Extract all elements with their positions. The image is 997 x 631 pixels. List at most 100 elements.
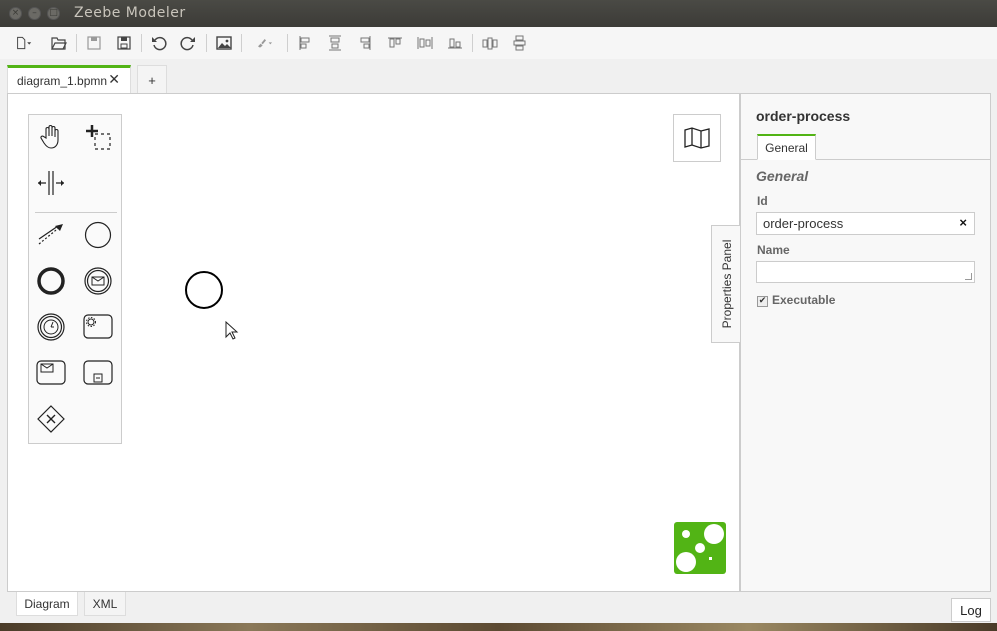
export-image-icon	[216, 36, 232, 50]
distribute-horizontal-button[interactable]	[479, 33, 501, 53]
lasso-tool[interactable]	[82, 121, 114, 153]
color-button[interactable]	[249, 33, 279, 53]
properties-tabs: General	[741, 134, 991, 160]
connect-tool-icon	[38, 224, 63, 245]
create-message-intermediate-event[interactable]	[82, 265, 114, 297]
minimap-toggle-button[interactable]	[673, 114, 721, 162]
align-bottom-button[interactable]	[444, 33, 466, 53]
id-input[interactable]: order-process ×	[756, 212, 975, 235]
space-tool-icon	[38, 171, 64, 195]
log-button[interactable]: Log	[951, 598, 991, 622]
start-event-shape[interactable]	[185, 271, 223, 309]
align-left-icon	[299, 36, 310, 50]
space-tool[interactable]	[35, 167, 67, 199]
window-title: Zeebe Modeler	[74, 5, 186, 21]
message-intermediate-event-icon	[84, 267, 112, 295]
service-task-icon	[83, 314, 113, 339]
create-service-task[interactable]	[82, 311, 114, 343]
tab-bar: diagram_1.bpmn ✕ +	[0, 59, 997, 94]
map-icon	[684, 127, 710, 149]
tool-palette	[28, 114, 122, 444]
align-center-button[interactable]	[324, 33, 346, 53]
window-minimize-button[interactable]: –	[28, 7, 41, 20]
create-timer-intermediate-event[interactable]	[35, 311, 67, 343]
align-right-icon	[360, 36, 371, 50]
subprocess-icon	[83, 360, 113, 385]
clear-id-icon[interactable]: ×	[959, 215, 967, 230]
distribute-vertical-button[interactable]	[509, 33, 531, 53]
toolbar-separator	[206, 34, 207, 52]
redo-button[interactable]	[177, 33, 199, 53]
receive-task-icon	[36, 360, 66, 385]
properties-panel-toggle[interactable]: Properties Panel	[711, 225, 741, 343]
executable-checkbox[interactable]: ✔	[757, 296, 768, 307]
hand-tool[interactable]	[35, 121, 67, 153]
name-label: Name	[757, 243, 790, 257]
create-receive-task[interactable]	[35, 357, 67, 389]
mouse-pointer-icon	[225, 321, 239, 340]
undo-icon	[152, 36, 167, 51]
create-exclusive-gateway[interactable]	[35, 403, 67, 435]
id-input-value: order-process	[763, 216, 844, 231]
new-file-button[interactable]	[10, 33, 38, 53]
start-event-icon	[84, 221, 112, 249]
align-bottom-icon	[448, 38, 462, 49]
save-icon	[87, 36, 101, 50]
toolbar	[0, 27, 997, 59]
hand-tool-icon	[40, 125, 59, 149]
toolbar-separator	[287, 34, 288, 52]
exclusive-gateway-icon	[37, 405, 65, 433]
align-center-icon	[329, 35, 341, 51]
color-brush-icon	[258, 39, 272, 48]
group-general-heading: General	[756, 168, 809, 184]
tab-general[interactable]: General	[757, 134, 816, 160]
create-start-event[interactable]	[82, 219, 114, 251]
open-folder-icon	[51, 37, 67, 50]
toolbar-separator	[141, 34, 142, 52]
create-end-event[interactable]	[35, 265, 67, 297]
window-maximize-button[interactable]: □	[47, 7, 60, 20]
align-top-icon	[388, 37, 402, 48]
redo-icon	[180, 36, 195, 51]
bpmn-io-logo-icon[interactable]	[673, 521, 727, 575]
name-input[interactable]	[756, 261, 975, 283]
close-tab-icon[interactable]: ✕	[108, 71, 120, 88]
align-left-button[interactable]	[294, 33, 316, 53]
export-image-button[interactable]	[213, 33, 235, 53]
toolbar-separator	[76, 34, 77, 52]
app-window: × – □ Zeebe Modeler diagram_1.bpmn ✕ + P…	[0, 0, 997, 631]
toolbar-separator	[241, 34, 242, 52]
distribute-vertical-icon	[513, 35, 526, 51]
align-middle-button[interactable]	[414, 33, 436, 53]
bottom-bar: Diagram XML Log	[0, 592, 997, 623]
save-as-icon	[117, 36, 131, 50]
save-as-button[interactable]	[113, 33, 135, 53]
end-event-icon	[37, 267, 65, 295]
global-connect-tool[interactable]	[35, 219, 67, 251]
add-tab-button[interactable]: +	[137, 65, 167, 94]
tab-xml-view[interactable]: XML	[84, 592, 126, 616]
toolbar-separator	[472, 34, 473, 52]
timer-intermediate-event-icon	[37, 313, 65, 341]
tab-diagram-view[interactable]: Diagram	[16, 592, 78, 616]
desktop-background	[0, 623, 997, 631]
properties-panel-toggle-label: Properties Panel	[719, 239, 734, 329]
align-top-button[interactable]	[384, 33, 406, 53]
create-subprocess[interactable]	[82, 357, 114, 389]
executable-label: Executable	[772, 293, 836, 307]
open-file-button[interactable]	[48, 33, 70, 53]
save-button[interactable]	[83, 33, 105, 53]
distribute-horizontal-icon	[482, 37, 498, 50]
title-bar: × – □ Zeebe Modeler	[0, 0, 997, 27]
undo-button[interactable]	[148, 33, 170, 53]
properties-panel: order-process General General Id order-p…	[740, 93, 991, 592]
tab-diagram-file[interactable]: diagram_1.bpmn ✕	[7, 65, 131, 94]
new-file-icon	[17, 36, 32, 50]
palette-separator	[35, 212, 117, 213]
align-right-button[interactable]	[354, 33, 376, 53]
tab-label: diagram_1.bpmn	[17, 74, 108, 88]
diagram-canvas[interactable]: Properties Panel	[7, 93, 741, 592]
properties-title: order-process	[756, 108, 851, 124]
align-middle-icon	[417, 37, 433, 49]
window-close-button[interactable]: ×	[9, 7, 22, 20]
